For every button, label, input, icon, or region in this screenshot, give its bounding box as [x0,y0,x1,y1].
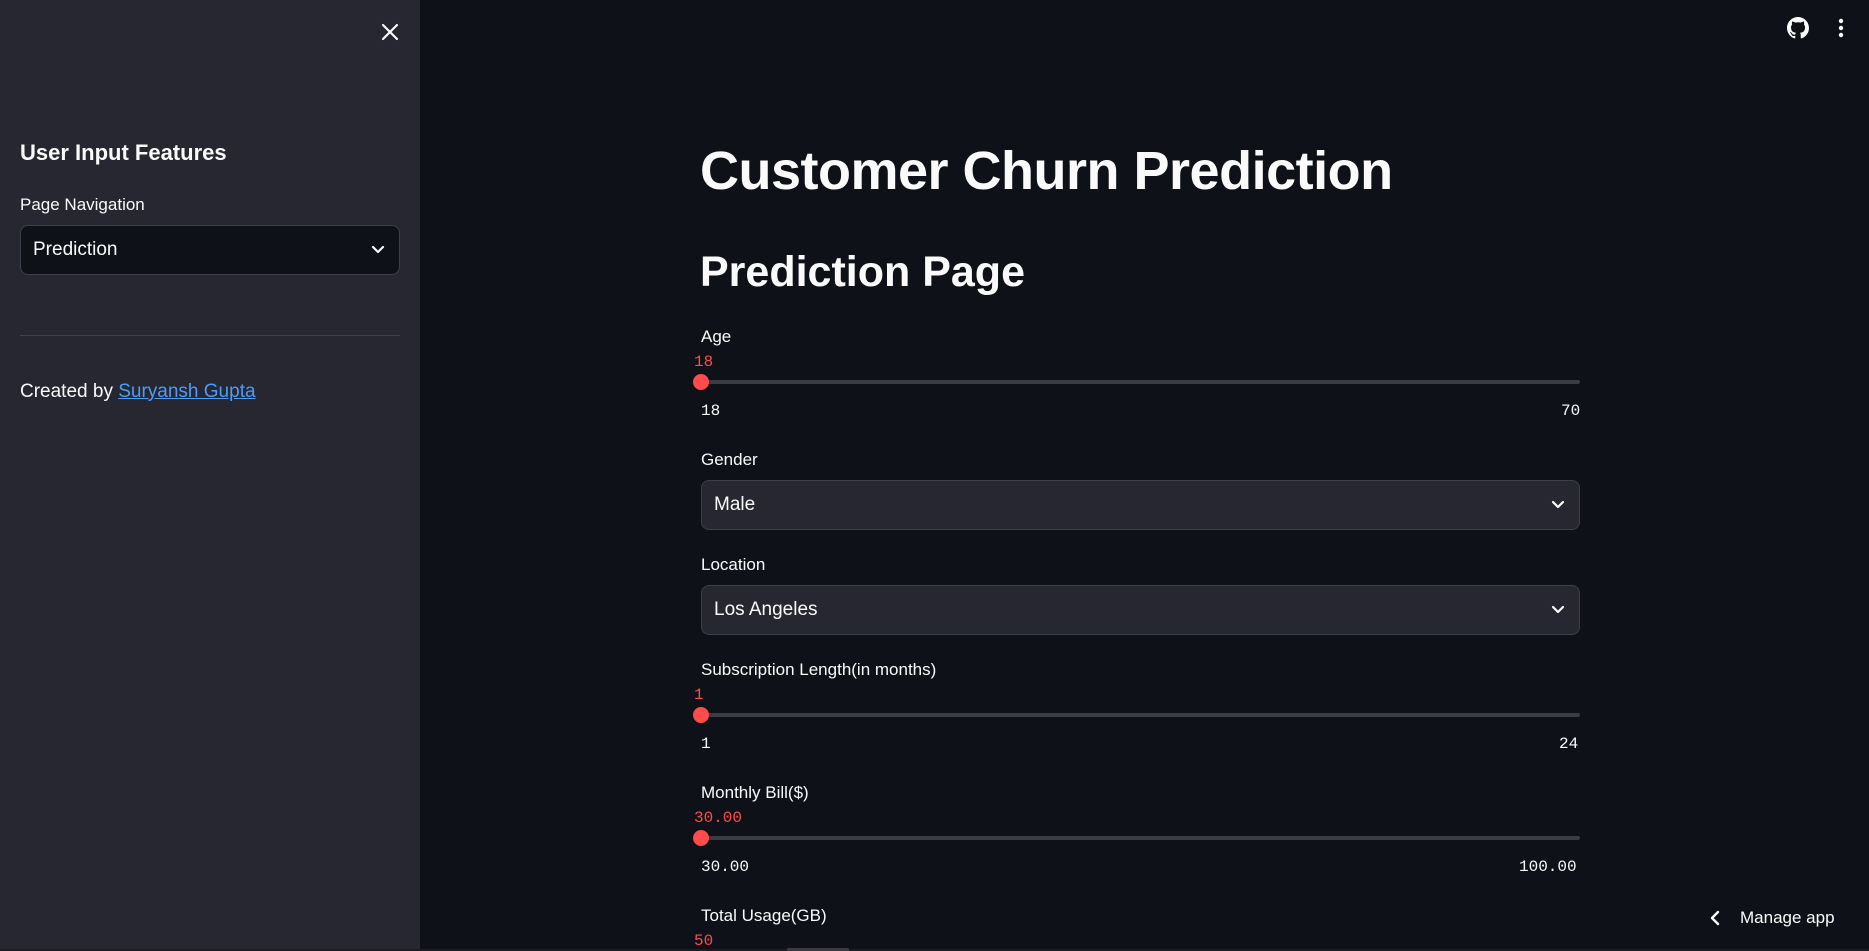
sidebar: User Input Features Page Navigation Pred… [0,0,420,951]
location-label: Location [701,555,766,574]
age-slider-value: 18 [694,353,714,371]
location-value: Los Angeles [714,599,818,620]
github-icon [1787,17,1809,39]
age-label: Age [701,327,732,346]
page-title: Customer Churn Prediction [700,141,1393,201]
chevron-down-icon [369,241,387,259]
page-navigation-select[interactable]: Prediction [20,225,400,275]
total-usage-label: Total Usage(GB) [701,906,827,925]
gender-label: Gender [701,450,758,469]
location-select[interactable]: Los Angeles [701,585,1580,635]
sidebar-title: User Input Features [20,140,227,165]
close-icon [381,23,399,41]
monthly-bill-label: Monthly Bill($) [701,783,809,802]
age-slider-max: 70 [1561,402,1581,420]
chevron-down-icon [1549,601,1567,619]
manage-app-label: Manage app [1740,908,1835,927]
subscription-slider-track[interactable] [693,707,1580,723]
page-navigation-label: Page Navigation [20,195,145,214]
page-subtitle: Prediction Page [700,248,1025,296]
total-usage-slider-value: 50 [694,932,714,950]
age-slider-track[interactable] [693,374,1580,390]
subscription-label: Subscription Length(in months) [701,660,937,679]
monthly-bill-slider-min: 30.00 [701,858,750,876]
subscription-slider-min: 1 [701,735,711,753]
page-navigation-value: Prediction [33,239,118,260]
age-slider-min: 18 [701,402,721,420]
monthly-bill-slider-max: 100.00 [1519,858,1577,876]
gender-select[interactable]: Male [701,480,1580,530]
subscription-slider-max: 24 [1559,735,1579,753]
github-button[interactable] [1784,14,1812,42]
sidebar-divider [20,335,400,336]
age-slider-thumb[interactable] [693,374,709,390]
subscription-slider-value: 1 [694,686,704,704]
monthly-bill-slider-thumb[interactable] [693,830,709,846]
gender-value: Male [714,494,756,515]
credit-text: Created by Suryansh Gupta [20,381,256,403]
author-link[interactable]: Suryansh Gupta [118,381,255,402]
chevron-down-icon [1549,496,1567,514]
kebab-menu-icon [1838,18,1844,38]
close-sidebar-button[interactable] [374,16,406,48]
main-menu-button[interactable] [1827,14,1855,42]
monthly-bill-slider-track[interactable] [693,830,1580,846]
monthly-bill-slider-value: 30.00 [694,809,743,827]
credit-prefix: Created by [20,381,119,402]
manage-app-button[interactable]: Manage app [1710,908,1835,928]
chevron-left-icon [1710,910,1720,926]
subscription-slider-thumb[interactable] [693,707,709,723]
